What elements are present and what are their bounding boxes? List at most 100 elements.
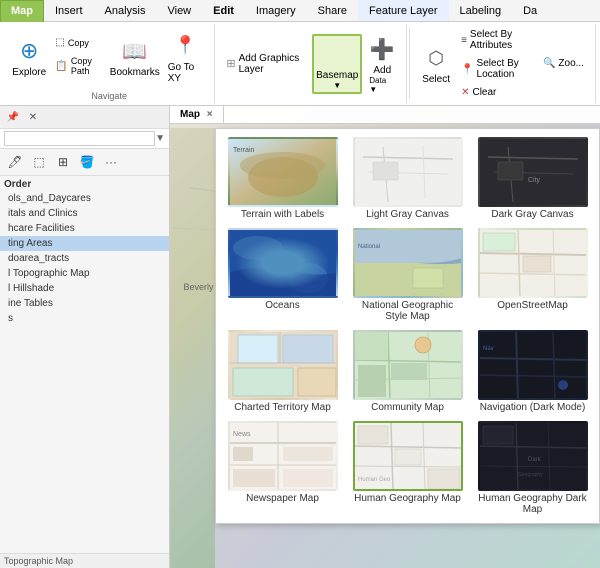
- navigate-buttons: ⊕ Explore ⬚ Copy 📋 Copy Path 📖 Bookmarks: [10, 27, 208, 87]
- more-tools-button[interactable]: ···: [100, 151, 122, 173]
- basemap-item-charted[interactable]: Charted Territory Map: [224, 330, 341, 413]
- attributes-label: Select By Attributes: [470, 29, 531, 51]
- bookmarks-icon: 📖: [119, 35, 151, 67]
- list-item-selected[interactable]: ting Areas: [0, 236, 169, 251]
- map-tab-close[interactable]: ×: [207, 109, 213, 120]
- newspaper-label: Newspaper Map: [246, 493, 319, 504]
- select-button[interactable]: ⬡ Select: [418, 39, 454, 88]
- topographic-map-label: Topographic Map: [4, 556, 73, 566]
- explore-label: Explore: [12, 67, 46, 78]
- list-item[interactable]: itals and Clinics: [0, 206, 169, 221]
- select-by-attributes-button[interactable]: ≡ Select By Attributes: [456, 26, 536, 54]
- tab-insert[interactable]: Insert: [44, 0, 94, 21]
- tab-map[interactable]: Map: [0, 0, 44, 22]
- basemap-item-darkgray[interactable]: City Dark Gray Canvas: [474, 137, 591, 220]
- copy-label: Copy: [68, 38, 89, 48]
- select-icon: ⬡: [420, 42, 452, 74]
- basemap-thumb-navdark: Nav: [478, 330, 588, 400]
- svg-text:Nav: Nav: [483, 346, 494, 352]
- pin-button[interactable]: 📌: [4, 108, 22, 126]
- basemap-item-openstreet[interactable]: OpenStreetMap: [474, 228, 591, 322]
- zoom-button[interactable]: 🔍 Zoo...: [538, 55, 589, 72]
- basemap-thumb-darkgray: City: [478, 137, 588, 207]
- search-input[interactable]: [4, 131, 155, 146]
- basemap-item-humangeo-dark[interactable]: Dark Geography Human Geography Dark Map: [474, 421, 591, 515]
- goto-label: Go To XY: [168, 62, 204, 84]
- map-canvas[interactable]: Beverly Hills: [170, 128, 215, 568]
- goto-xy-button[interactable]: 📍 Go To XY: [163, 27, 209, 87]
- goto-icon: 📍: [170, 30, 202, 62]
- paste-label: Copy Path: [71, 56, 102, 76]
- svg-text:News: News: [233, 431, 251, 438]
- charted-svg: [228, 330, 338, 400]
- zoom-label: Zoo...: [558, 58, 584, 69]
- grid-tool-button[interactable]: ⊞: [52, 151, 74, 173]
- zoom-icon: 🔍: [543, 58, 555, 69]
- bookmarks-button[interactable]: 📖 Bookmarks: [109, 32, 161, 81]
- drawing-tool-button[interactable]: 🖊: [4, 151, 26, 173]
- basemap-button[interactable]: Basemap ▼: [312, 34, 362, 94]
- map-roads-svg: [170, 128, 215, 568]
- basemap-item-newspaper[interactable]: News Newspaper Map: [224, 421, 341, 515]
- list-item[interactable]: ine Tables: [0, 296, 169, 311]
- basemap-item-lightgray[interactable]: Light Gray Canvas: [349, 137, 466, 220]
- basemap-thumb-humangeo-dark: Dark Geography: [478, 421, 588, 491]
- list-item[interactable]: s: [0, 311, 169, 326]
- add-data-label: Add: [373, 65, 391, 76]
- ribbon-group-edit: ⊞ Add Graphics Layer Basemap ▼ ➕: [215, 24, 407, 103]
- map-area: Map × Beverly Hills: [170, 106, 600, 568]
- explore-button[interactable]: ⊕ Explore: [10, 32, 48, 81]
- basemap-item-terrain[interactable]: Terrain Terrain with Labels: [224, 137, 341, 220]
- basemap-item-community[interactable]: Community Map: [349, 330, 466, 413]
- basemap-item-navdark[interactable]: Nav Navigation (Dark Mode): [474, 330, 591, 413]
- paste-button[interactable]: 📋 Copy Path: [50, 53, 106, 79]
- basemap-thumb-natgeo: National: [353, 228, 463, 298]
- basemap-thumb-charted: [228, 330, 338, 400]
- basemap-thumb-lightgray: [353, 137, 463, 207]
- list-item[interactable]: ols_and_Daycares: [0, 191, 169, 206]
- navdark-svg: Nav: [478, 330, 588, 400]
- select-tool-button[interactable]: ⬚: [28, 151, 50, 173]
- add-data-button[interactable]: ➕ Add Data ▼: [364, 30, 400, 97]
- close-panel-button[interactable]: ✕: [24, 108, 42, 126]
- basemap-thumb-oceans: [228, 228, 338, 298]
- svg-text:City: City: [528, 177, 541, 184]
- copy-icon: ⬚: [55, 37, 64, 48]
- tab-labeling[interactable]: Labeling: [449, 0, 513, 21]
- tab-da[interactable]: Da: [512, 0, 548, 21]
- tab-view[interactable]: View: [156, 0, 202, 21]
- tab-edit[interactable]: Edit: [202, 0, 245, 21]
- paste-icon: 📋: [55, 61, 67, 72]
- add-data-dropdown: Data ▼: [369, 76, 395, 94]
- copy-button[interactable]: ⬚ Copy: [50, 34, 106, 51]
- basemap-panel: Terrain Terrain with Labels: [215, 128, 600, 524]
- basemap-item-humangeo[interactable]: Human Geo Human Geography Map: [349, 421, 466, 515]
- clear-button[interactable]: ✕ Clear: [456, 84, 536, 101]
- add-graphics-button[interactable]: ⊞ Add Graphics Layer: [221, 50, 306, 78]
- basemap-item-natgeo[interactable]: National National Geographic Style Map: [349, 228, 466, 322]
- explore-icon: ⊕: [13, 35, 45, 67]
- basemap-label: Basemap: [316, 70, 358, 81]
- main-area: 📌 ✕ ▼ 🖊 ⬚ ⊞ 🪣 ··· Order ols_and_Daycares…: [0, 106, 600, 568]
- ribbon-content: ⊕ Explore ⬚ Copy 📋 Copy Path 📖 Bookmarks: [0, 22, 600, 105]
- tab-feature-layer[interactable]: Feature Layer: [358, 0, 448, 21]
- terrain-label: Terrain with Labels: [241, 209, 324, 220]
- list-item[interactable]: hcare Facilities: [0, 221, 169, 236]
- list-item[interactable]: doarea_tracts: [0, 251, 169, 266]
- basemap-icon: [321, 38, 353, 70]
- basemap-item-oceans[interactable]: Oceans: [224, 228, 341, 322]
- select-by-location-button[interactable]: 📍 Select By Location: [456, 55, 536, 83]
- openstreet-svg: [478, 228, 588, 298]
- darkgray-label: Dark Gray Canvas: [491, 209, 573, 220]
- map-background[interactable]: Beverly Hills: [170, 106, 600, 568]
- search-icon[interactable]: ▼: [155, 133, 165, 144]
- tab-share[interactable]: Share: [307, 0, 358, 21]
- openstreet-label: OpenStreetMap: [497, 300, 568, 311]
- map-tab-map[interactable]: Map ×: [170, 106, 224, 123]
- paint-tool-button[interactable]: 🪣: [76, 151, 98, 173]
- list-item[interactable]: l Hillshade: [0, 281, 169, 296]
- tab-analysis[interactable]: Analysis: [94, 0, 157, 21]
- left-panel: 📌 ✕ ▼ 🖊 ⬚ ⊞ 🪣 ··· Order ols_and_Daycares…: [0, 106, 170, 568]
- list-item[interactable]: l Topographic Map: [0, 266, 169, 281]
- tab-imagery[interactable]: Imagery: [245, 0, 307, 21]
